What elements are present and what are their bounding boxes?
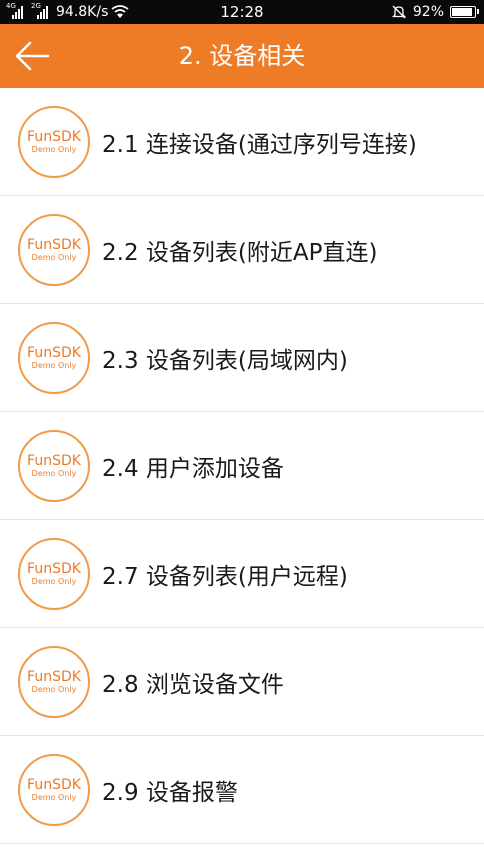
logo-main-text: FunSDK [27, 668, 81, 685]
list-item[interactable]: FunSDK Demo Only 2.9 设备报警 [0, 736, 484, 844]
list-item[interactable]: FunSDK Demo Only 2.7 设备列表(用户远程) [0, 520, 484, 628]
list-item-label: 2.8 浏览设备文件 [102, 671, 284, 698]
app-header: 2. 设备相关 [0, 24, 484, 88]
logo-sub-text: Demo Only [31, 468, 77, 478]
logo-main-text: FunSDK [27, 344, 81, 361]
funsdk-logo-icon: FunSDK Demo Only [18, 105, 90, 178]
funsdk-logo-icon: FunSDK Demo Only [18, 753, 90, 826]
battery-percent: 92% [412, 4, 444, 20]
funsdk-logo-icon: FunSDK Demo Only [18, 213, 90, 286]
funsdk-logo-icon: FunSDK Demo Only [18, 645, 90, 718]
battery-fill [452, 8, 473, 16]
list-item-label: 2.4 用户添加设备 [102, 455, 284, 482]
alarm-off-icon [391, 5, 406, 19]
battery-icon [450, 6, 479, 18]
logo-sub-text: Demo Only [31, 252, 77, 262]
list-item[interactable]: FunSDK Demo Only 2.4 用户添加设备 [0, 412, 484, 520]
list-item-label: 2.7 设备列表(用户远程) [102, 563, 348, 590]
logo-main-text: FunSDK [27, 128, 81, 145]
list-item[interactable]: FunSDK Demo Only 2.3 设备列表(局域网内) [0, 304, 484, 412]
list-item[interactable]: FunSDK Demo Only 2.8 浏览设备文件 [0, 628, 484, 736]
funsdk-logo-icon: FunSDK Demo Only [18, 537, 90, 610]
list-item-label: 2.3 设备列表(局域网内) [102, 347, 348, 374]
logo-main-text: FunSDK [27, 776, 81, 793]
list-item[interactable]: FunSDK Demo Only 2.2 设备列表(附近AP直连) [0, 196, 484, 304]
logo-main-text: FunSDK [27, 452, 81, 469]
status-right: 92% [391, 0, 479, 24]
menu-list: FunSDK Demo Only 2.1 连接设备(通过序列号连接) FunSDK De… [0, 88, 484, 844]
logo-sub-text: Demo Only [31, 144, 77, 154]
logo-sub-text: Demo Only [31, 792, 77, 802]
logo-main-text: FunSDK [27, 560, 81, 577]
logo-sub-text: Demo Only [31, 360, 77, 370]
funsdk-logo-icon: FunSDK Demo Only [18, 429, 90, 502]
list-item-label: 2.1 连接设备(通过序列号连接) [102, 131, 417, 158]
list-item-label: 2.9 设备报警 [102, 779, 238, 806]
logo-sub-text: Demo Only [31, 576, 77, 586]
funsdk-logo-icon: FunSDK Demo Only [18, 321, 90, 394]
page-title: 2. 设备相关 [178, 42, 306, 70]
logo-sub-text: Demo Only [31, 684, 77, 694]
logo-main-text: FunSDK [27, 236, 81, 253]
status-bar: 4G 2G 94.8K/s 12:28 92% [0, 0, 484, 24]
list-item-label: 2.2 设备列表(附近AP直连) [102, 239, 378, 266]
list-item[interactable]: FunSDK Demo Only 2.1 连接设备(通过序列号连接) [0, 88, 484, 196]
